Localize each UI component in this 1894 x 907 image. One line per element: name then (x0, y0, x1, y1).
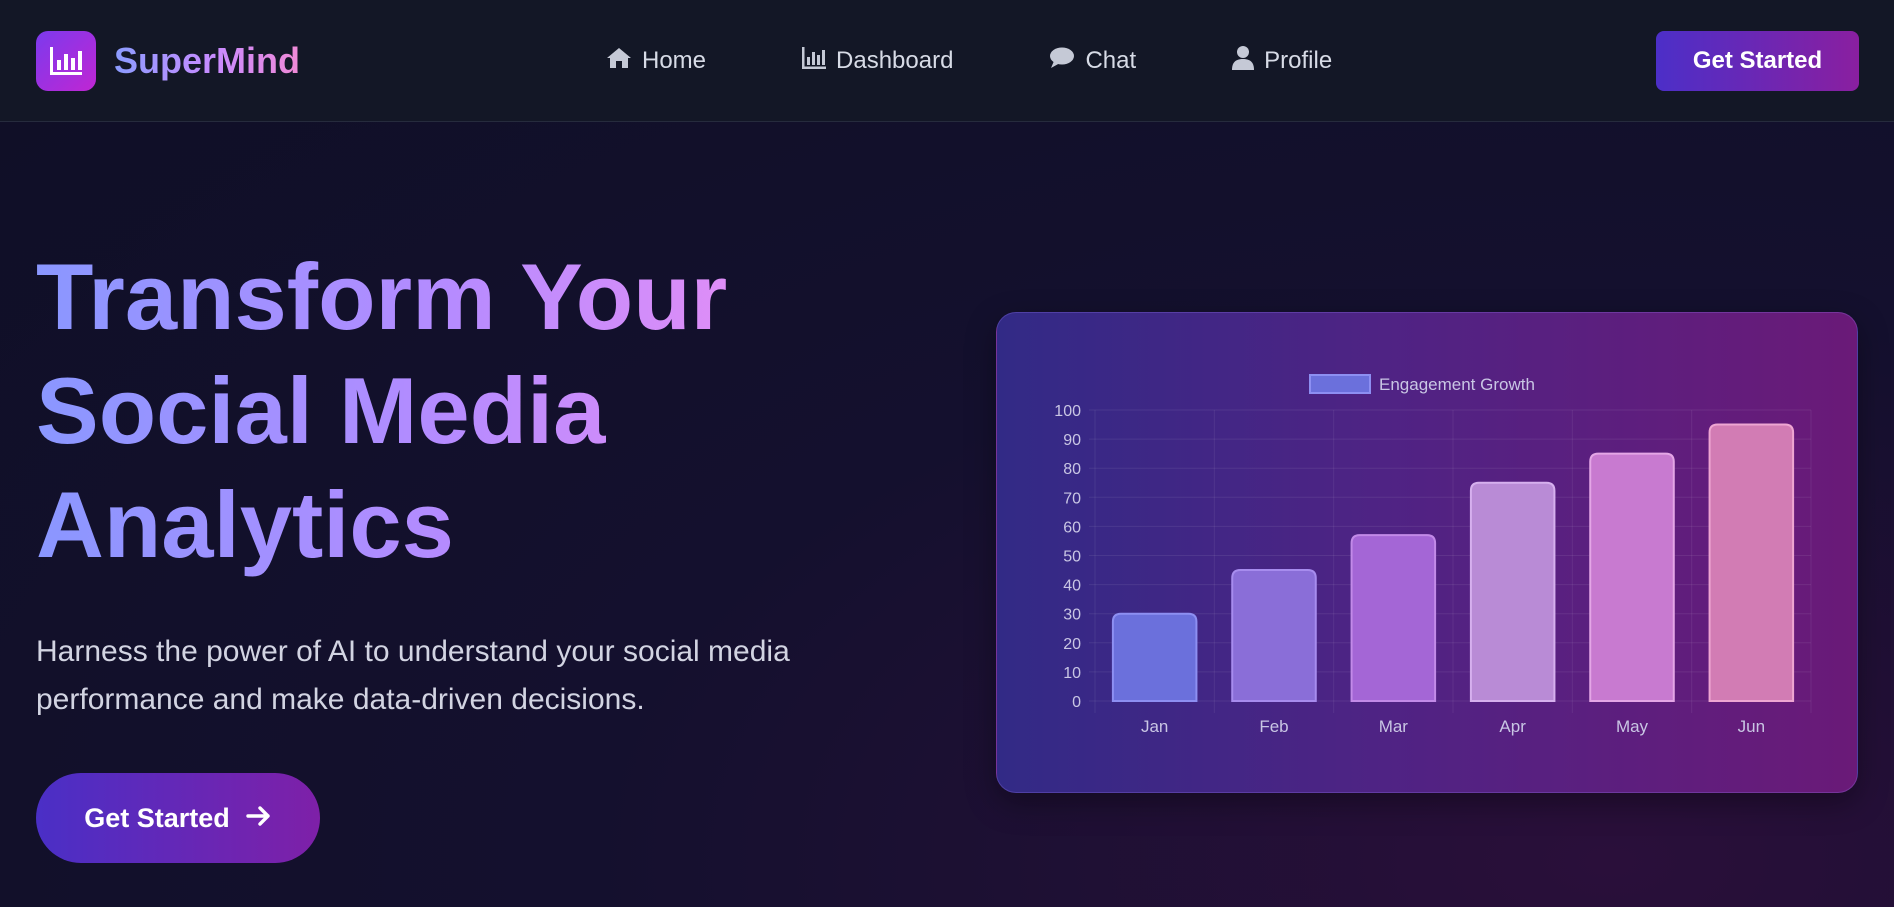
y-tick-label: 90 (1063, 432, 1081, 449)
y-tick-label: 70 (1063, 490, 1081, 507)
y-tick-label: 50 (1063, 549, 1081, 566)
arrow-right-icon (246, 803, 272, 834)
chart-bar (1350, 534, 1437, 702)
chart-bar (1231, 569, 1317, 702)
bar-chart-icon (36, 31, 96, 91)
nav-item-dashboard[interactable]: Dashboard (802, 46, 954, 76)
user-icon (1232, 45, 1255, 77)
y-tick-label: 30 (1063, 607, 1081, 624)
brand-logo[interactable]: SuperMind (36, 31, 300, 91)
chart-bar (1708, 423, 1795, 702)
home-icon (606, 47, 632, 76)
y-tick-label: 20 (1063, 636, 1081, 653)
y-tick-label: 0 (1072, 694, 1081, 711)
x-tick-label: May (1616, 717, 1649, 736)
x-tick-label: Jan (1141, 717, 1168, 736)
hero-subtitle-line: Harness the power of AI to understand yo… (36, 635, 790, 668)
hero-subtitle-line: performance and make data-driven decisio… (36, 683, 645, 716)
nav-label-chat: Chat (1085, 47, 1137, 74)
y-tick-label: 40 (1063, 578, 1081, 595)
y-tick-label: 10 (1063, 665, 1081, 682)
x-tick-label: Mar (1379, 717, 1409, 736)
nav-label-profile: Profile (1264, 47, 1333, 74)
nav-item-profile[interactable]: Profile (1232, 45, 1333, 77)
legend-label: Engagement Growth (1379, 375, 1535, 394)
hero-get-started-button[interactable]: Get Started (36, 773, 320, 863)
hero-subtitle: Harness the power of AI to understand yo… (36, 628, 896, 724)
bar-chart-icon (802, 46, 827, 76)
x-tick-label: Feb (1259, 717, 1288, 736)
y-tick-label: 80 (1063, 461, 1081, 478)
chat-bubble-icon (1049, 47, 1075, 76)
nav-item-chat[interactable]: Chat (1049, 47, 1136, 76)
hero-title-line: Analytics (36, 472, 454, 577)
nav-item-home[interactable]: Home (606, 47, 706, 76)
hero-title-line: Social Media (36, 358, 606, 463)
page: SuperMind Home Dashboard Chat Profile Ge… (0, 0, 1894, 907)
legend-swatch (1309, 374, 1371, 394)
nav-label-home: Home (642, 47, 707, 74)
chart-bar (1469, 481, 1556, 702)
chart-bar (1111, 612, 1198, 702)
hero-title: Transform Your Social Media Analytics (36, 240, 856, 582)
navbar: SuperMind Home Dashboard Chat Profile Ge… (0, 0, 1894, 122)
x-tick-label: Jun (1738, 717, 1765, 736)
hero-title-line: Transform Your (36, 244, 728, 349)
y-tick-label: 100 (1054, 403, 1081, 420)
nav-label-dashboard: Dashboard (836, 47, 954, 74)
get-started-button[interactable]: Get Started (1656, 31, 1859, 91)
chart-card: 0 10 20 30 40 50 60 70 80 90 100 Jan Feb Mar Apr May Jun… (996, 312, 1858, 793)
main-nav: Home Dashboard Chat Profile (606, 40, 1332, 82)
chart-bar (1589, 452, 1675, 702)
x-tick-label: Apr (1499, 717, 1526, 736)
brand-name: SuperMind (114, 40, 300, 81)
y-tick-label: 60 (1063, 519, 1081, 536)
engagement-chart: 0 10 20 30 40 50 60 70 80 90 100 Jan Feb Mar Apr May Jun… (1054, 374, 1812, 736)
hero-cta-label: Get Started (84, 802, 230, 833)
